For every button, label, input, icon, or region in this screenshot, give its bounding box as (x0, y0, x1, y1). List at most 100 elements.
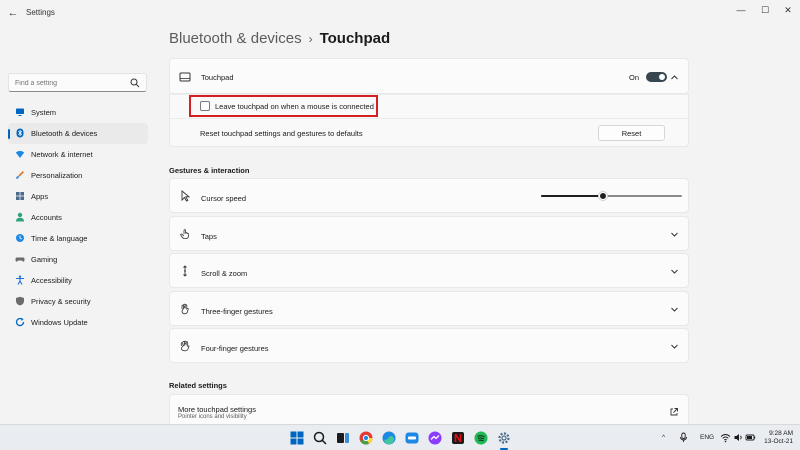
page-title: Touchpad (319, 30, 391, 47)
wifi-icon (15, 150, 25, 158)
taps-row[interactable]: Taps (169, 216, 689, 251)
accessibility-icon (16, 275, 24, 285)
gamepad-icon (15, 257, 25, 262)
app-title: Settings (26, 8, 55, 17)
taps-label: Taps (201, 232, 217, 241)
search-input[interactable] (15, 76, 125, 90)
chevron-down-icon[interactable] (670, 305, 679, 314)
four-finger-gestures-row[interactable]: Four-finger gestures (169, 328, 689, 363)
clock-time: 9:28 AM (769, 430, 793, 437)
search-box[interactable] (8, 73, 147, 92)
monitor-icon (16, 108, 24, 116)
breadcrumb-separator: › (308, 32, 313, 46)
maximize-button[interactable]: ☐ (754, 3, 776, 17)
chevron-down-icon[interactable] (670, 342, 679, 351)
sidebar-item-label: Network & internet (31, 150, 93, 159)
close-button[interactable]: ✕ (777, 3, 799, 17)
volume-icon[interactable] (733, 432, 744, 443)
zalo-icon[interactable] (404, 430, 420, 446)
bluetooth-icon (16, 128, 24, 138)
highlight-annotation (189, 95, 378, 117)
sidebar-item-label: Accessibility (31, 276, 72, 285)
windows-start-icon[interactable] (289, 430, 305, 446)
sidebar-item-time-language[interactable]: Time & language (8, 228, 148, 249)
sidebar-item-label: Windows Update (31, 318, 88, 327)
chevron-down-icon[interactable] (670, 267, 679, 276)
sidebar-item-apps[interactable]: Apps (8, 186, 148, 207)
touchpad-icon (179, 72, 191, 82)
more-touchpad-settings-label: More touchpad settings (178, 405, 256, 414)
back-button[interactable]: ← (6, 6, 20, 20)
touchpad-card[interactable]: Touchpad On (169, 58, 689, 94)
task-view-icon[interactable] (335, 430, 351, 446)
sidebar-item-label: Bluetooth & devices (31, 129, 98, 138)
language-indicator[interactable]: ENG (700, 434, 714, 441)
touchpad-toggle[interactable] (646, 72, 667, 82)
toggle-state-label: On (628, 73, 639, 82)
gestures-section-title: Gestures & interaction (169, 166, 250, 175)
sidebar-item-gaming[interactable]: Gaming (8, 249, 148, 270)
clock-date: 13-Oct-21 (764, 438, 793, 445)
globe-clock-icon (16, 234, 24, 242)
update-icon (15, 317, 25, 327)
sidebar-item-accessibility[interactable]: Accessibility (8, 270, 148, 291)
scroll-icon (183, 265, 187, 277)
sidebar-item-label: Time & language (31, 234, 88, 243)
battery-icon[interactable] (745, 432, 756, 443)
sidebar-item-label: System (31, 108, 57, 117)
sidebar-item-personalization[interactable]: Personalization (8, 165, 148, 186)
edge-icon[interactable] (381, 430, 397, 446)
chevron-down-icon[interactable] (670, 230, 679, 239)
related-section-title: Related settings (169, 381, 227, 390)
search-icon (130, 78, 140, 88)
spotify-icon[interactable] (473, 430, 489, 446)
sidebar-item-system[interactable]: System (8, 102, 148, 123)
person-icon (16, 212, 24, 222)
three-finger-gestures-label: Three-finger gestures (201, 307, 273, 316)
slider-fill (541, 195, 604, 197)
messenger-icon[interactable] (427, 430, 443, 446)
divider (170, 118, 688, 119)
four-finger-gestures-label: Four-finger gestures (201, 344, 269, 353)
shield-icon (16, 296, 24, 306)
slider-thumb[interactable] (599, 192, 608, 200)
sidebar-item-network-internet[interactable]: Network & internet (8, 144, 148, 165)
sidebar-item-windows-update[interactable]: Windows Update (8, 312, 148, 333)
wifi-icon[interactable] (720, 432, 731, 443)
taskbar: ^ ENG 9:28 AM 13-Oct-21 (0, 424, 800, 450)
sidebar-item-label: Privacy & security (31, 297, 91, 306)
cursor-speed-label: Cursor speed (201, 194, 247, 203)
three-finger-icon (181, 303, 189, 315)
sidebar-item-label: Personalization (31, 171, 83, 180)
sidebar-item-privacy-security[interactable]: Privacy & security (8, 291, 148, 312)
search-icon[interactable] (312, 430, 328, 446)
cursor-speed-slider[interactable] (541, 192, 682, 200)
more-touchpad-settings-subtext: Pointer icons and visibility (178, 414, 247, 420)
breadcrumb-parent[interactable]: Bluetooth & devices (169, 30, 302, 47)
chrome-icon[interactable] (358, 430, 374, 446)
cursor-icon (181, 190, 191, 202)
sidebar-item-label: Accounts (31, 213, 62, 222)
brush-icon (16, 171, 24, 179)
apps-icon (16, 192, 24, 200)
sidebar-item-bluetooth-devices[interactable]: Bluetooth & devices (8, 123, 148, 144)
reset-label: Reset touchpad settings and gestures to … (200, 129, 363, 138)
microphone-icon[interactable] (678, 432, 689, 443)
chevron-up-icon[interactable] (670, 73, 679, 82)
settings-gear-icon[interactable] (496, 430, 512, 446)
netflix-icon[interactable] (450, 430, 466, 446)
sidebar-item-label: Apps (31, 192, 49, 201)
minimize-button[interactable]: — (730, 3, 752, 17)
breadcrumb: Bluetooth & devices › Touchpad (169, 30, 390, 47)
sidebar-item-label: Gaming (31, 255, 58, 264)
reset-button[interactable]: Reset (598, 125, 665, 141)
scroll-zoom-label: Scroll & zoom (201, 269, 248, 278)
three-finger-gestures-row[interactable]: Three-finger gestures (169, 291, 689, 326)
tray-overflow-chevron[interactable]: ^ (662, 434, 665, 441)
clock[interactable]: 9:28 AM 13-Oct-21 (757, 430, 793, 446)
four-finger-icon (180, 340, 190, 352)
sidebar-item-accounts[interactable]: Accounts (8, 207, 148, 228)
scroll-zoom-row[interactable]: Scroll & zoom (169, 253, 689, 288)
external-link-icon (670, 408, 678, 416)
title-bar: ← Settings — ☐ ✕ (0, 0, 800, 28)
